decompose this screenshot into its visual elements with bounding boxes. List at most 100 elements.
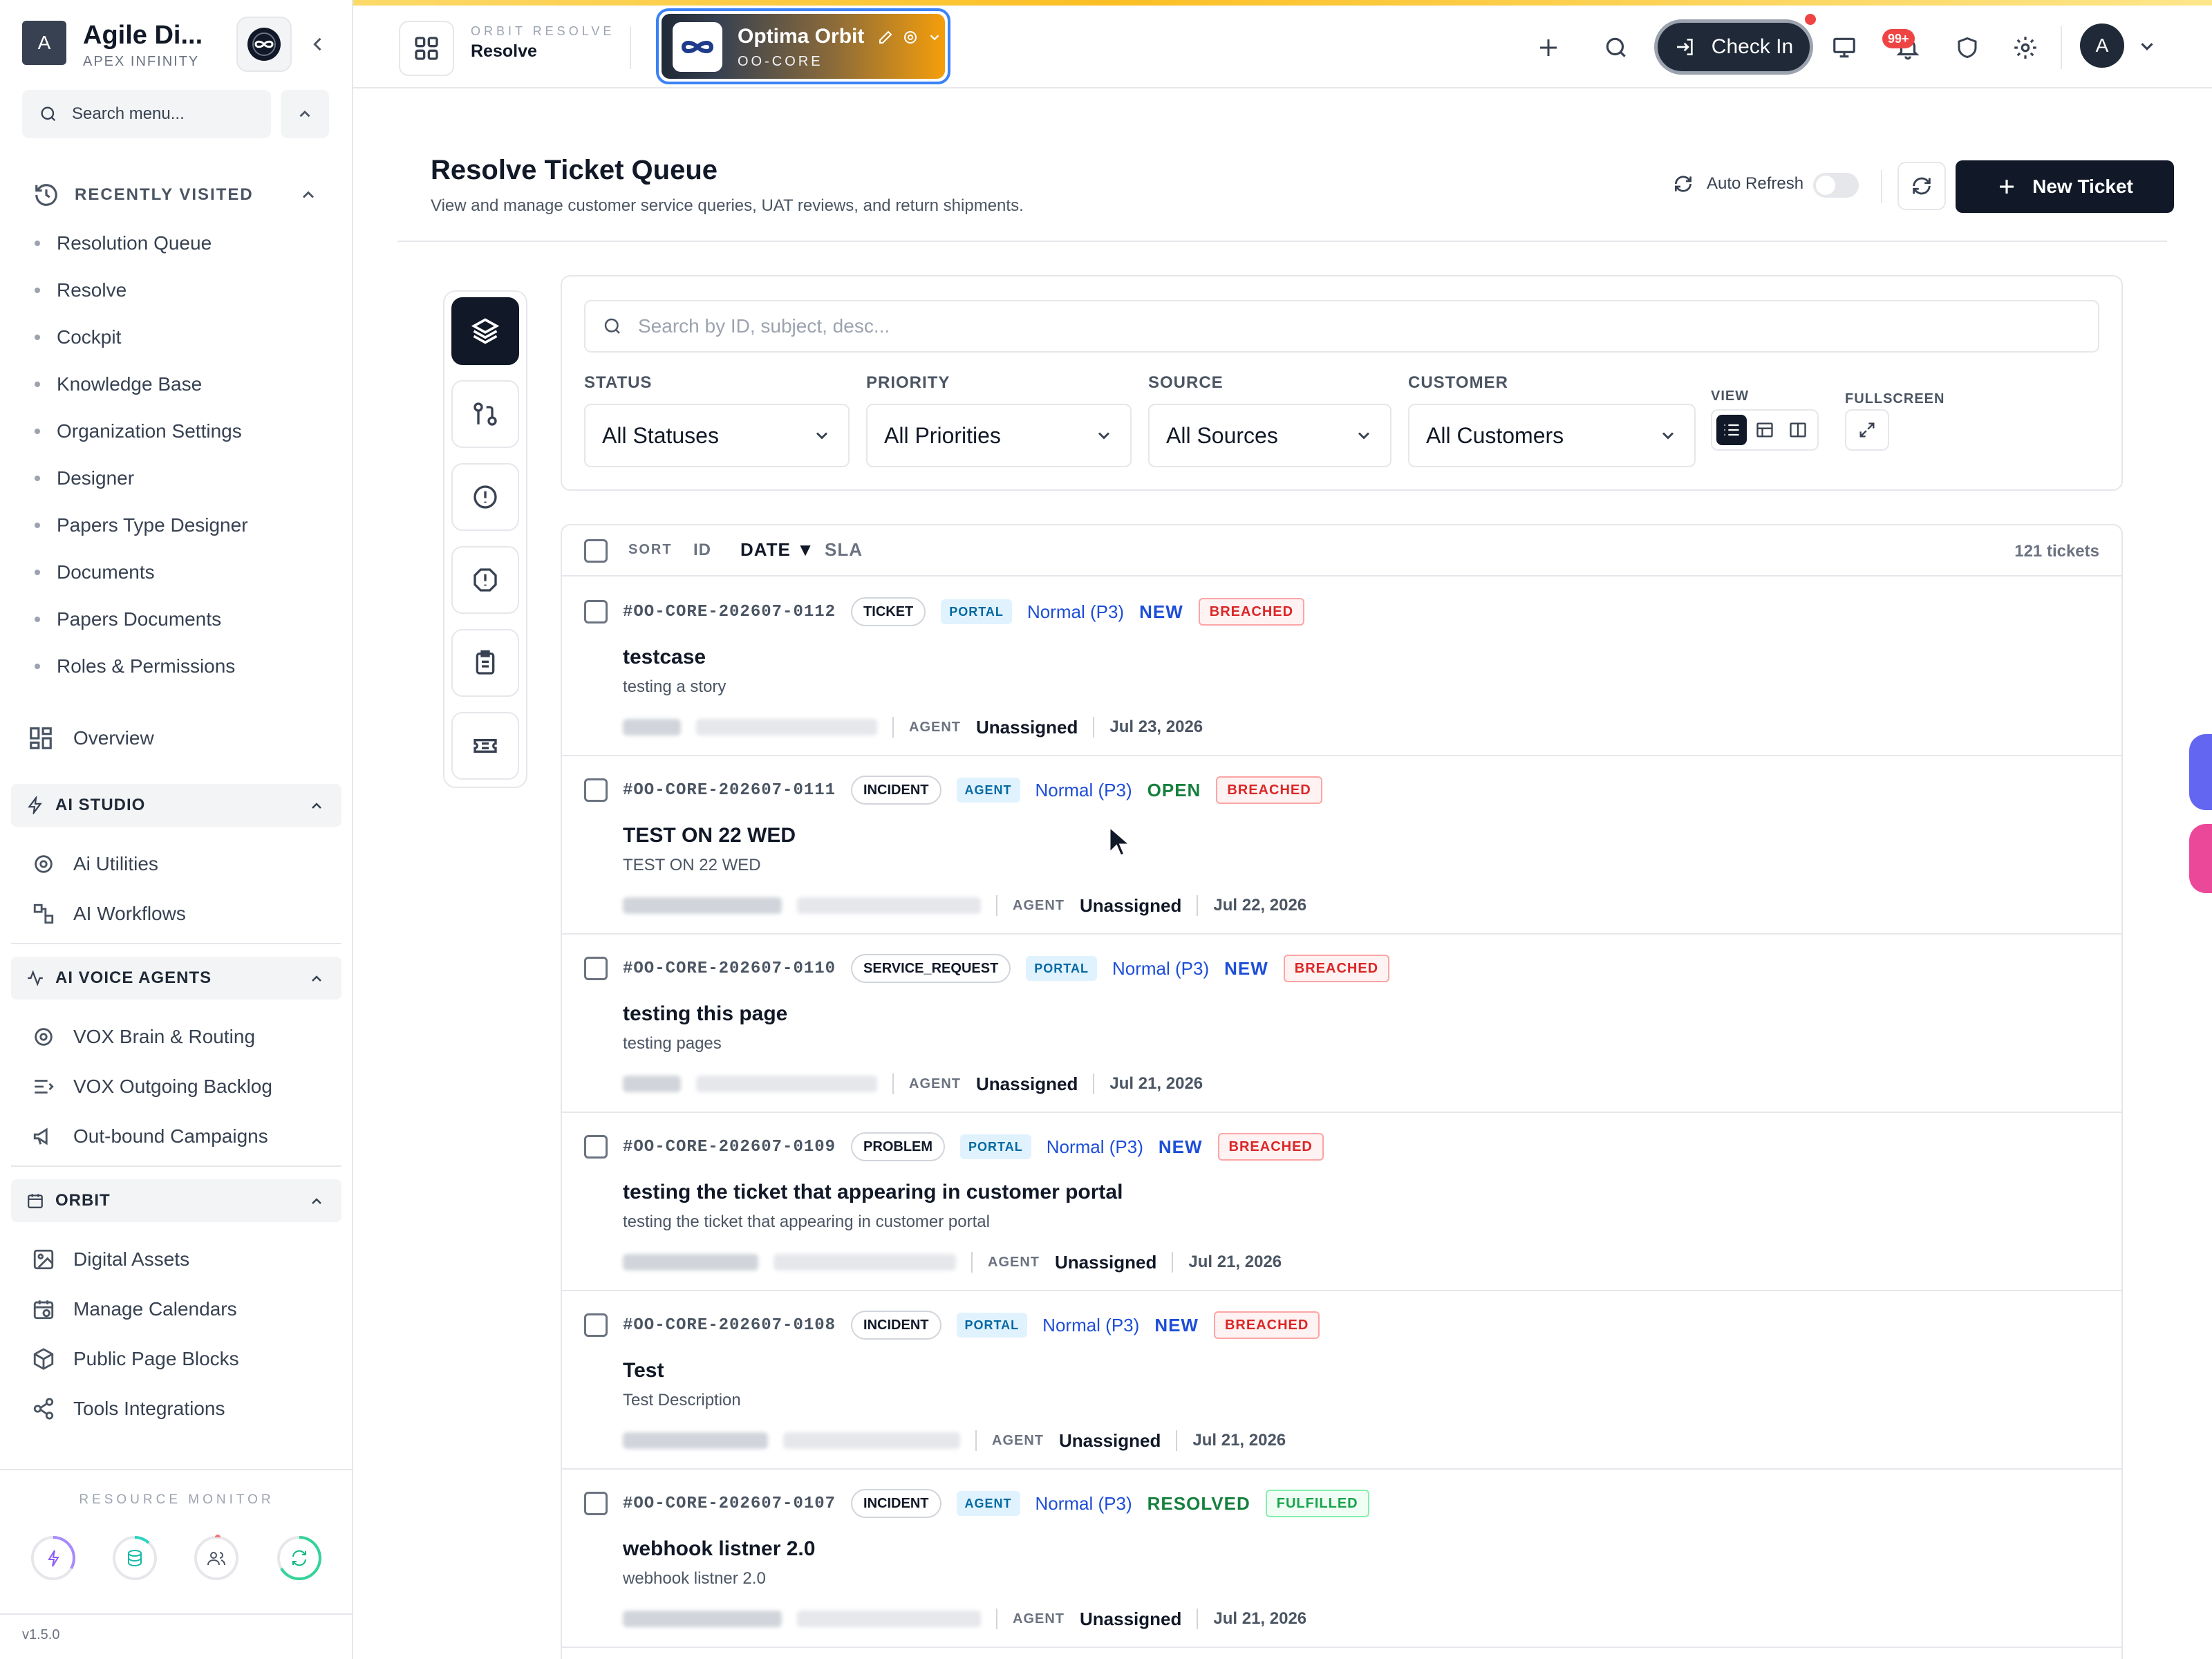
ticket-row[interactable]: #OO-CORE-202607-0108 INCIDENT PORTAL Nor…: [562, 1291, 2121, 1470]
recently-visited-header[interactable]: RECENTLY VISITED: [33, 181, 324, 209]
ticket-id[interactable]: #OO-CORE-202607-0109: [623, 1138, 836, 1156]
recent-item-designer[interactable]: Designer: [35, 455, 325, 502]
recent-item-documents[interactable]: Documents: [35, 549, 325, 596]
refresh-button[interactable]: [1897, 162, 1946, 210]
global-search-button[interactable]: [1592, 24, 1640, 72]
row-checkbox[interactable]: [584, 778, 608, 802]
floating-assistant-tab[interactable]: [2189, 734, 2212, 810]
meta-divider: [1176, 1430, 1178, 1451]
recent-item-organization-settings[interactable]: Organization Settings: [35, 408, 325, 455]
tenant-switcher[interactable]: Optima Orbit OO-CORE: [656, 8, 950, 84]
sort-by-date[interactable]: DATE ▼: [740, 539, 815, 561]
logo-button[interactable]: [236, 17, 292, 72]
fullscreen-button[interactable]: [1845, 409, 1889, 451]
ticket-source-badge: PORTAL: [1026, 956, 1097, 981]
ticket-row[interactable]: #OO-CORE-202607-0112 TICKET PORTAL Norma…: [562, 578, 2121, 756]
cpu-monitor-ring[interactable]: [29, 1534, 77, 1582]
settings-button[interactable]: [2001, 24, 2050, 72]
nav-overview-label: Overview: [73, 727, 154, 749]
app-switcher-button[interactable]: [399, 21, 454, 76]
ticket-subject[interactable]: TEST ON 22 WED: [623, 824, 796, 847]
ticket-subject[interactable]: webhook listner 2.0: [623, 1537, 815, 1561]
priority-filter-select[interactable]: All Priorities: [866, 404, 1132, 467]
ticket-id[interactable]: #OO-CORE-202607-0111: [623, 781, 836, 800]
chevron-down-icon[interactable]: [927, 30, 942, 45]
ticket-id[interactable]: #OO-CORE-202607-0107: [623, 1494, 836, 1513]
rail-all-tickets[interactable]: [451, 297, 519, 365]
storage-monitor-ring[interactable]: [111, 1534, 159, 1582]
nav-label: AI Workflows: [73, 903, 186, 924]
customer-name-redacted: [623, 1254, 758, 1271]
search-menu-input[interactable]: Search menu...: [22, 90, 271, 138]
rail-incidents[interactable]: [451, 463, 519, 531]
status-filter-select[interactable]: All Statuses: [584, 404, 850, 467]
add-button[interactable]: [1524, 24, 1573, 72]
recent-item-papers-documents[interactable]: Papers Documents: [35, 596, 325, 643]
ticket-search-input[interactable]: Search by ID, subject, desc...: [584, 300, 2099, 353]
recent-item-papers-type-designer[interactable]: Papers Type Designer: [35, 502, 325, 549]
nav-vox-brain-routing[interactable]: VOX Brain & Routing: [32, 1012, 336, 1062]
users-monitor-ring[interactable]: [192, 1534, 241, 1582]
ticket-row[interactable]: #OO-CORE-202607-0111 INCIDENT AGENT Norm…: [562, 756, 2121, 935]
new-ticket-button[interactable]: New Ticket: [1956, 160, 2174, 213]
user-avatar[interactable]: A: [2080, 24, 2124, 68]
row-checkbox[interactable]: [584, 1492, 608, 1515]
ticket-row[interactable]: #OO-CORE-202607-0109 PROBLEM PORTAL Norm…: [562, 1113, 2121, 1291]
recent-item-roles-permissions[interactable]: Roles & Permissions: [35, 643, 325, 690]
ticket-subject[interactable]: testcase: [623, 646, 706, 669]
nav-ai-utilities[interactable]: Ai Utilities: [32, 839, 336, 889]
customer-filter-select[interactable]: All Customers: [1408, 404, 1696, 467]
gear-icon[interactable]: [902, 29, 919, 46]
row-checkbox[interactable]: [584, 1135, 608, 1159]
ticket-row[interactable]: #OO-CORE-202607-0110 SERVICE_REQUEST POR…: [562, 935, 2121, 1113]
board-view-button[interactable]: [1783, 415, 1813, 445]
row-checkbox[interactable]: [584, 600, 608, 624]
recent-item-cockpit[interactable]: Cockpit: [35, 314, 325, 361]
floating-feedback-tab[interactable]: [2189, 824, 2212, 893]
auto-refresh-toggle[interactable]: [1813, 173, 1859, 198]
nav-manage-calendars[interactable]: Manage Calendars: [32, 1284, 336, 1334]
security-button[interactable]: [1943, 24, 1991, 72]
nav-overview[interactable]: Overview: [28, 713, 332, 763]
ticket-row[interactable]: #OO-CORE-202607-0107 INCIDENT AGENT Norm…: [562, 1470, 2121, 1648]
collapse-sidebar-icon[interactable]: [304, 30, 332, 58]
nav-ai-workflows[interactable]: AI Workflows: [32, 889, 336, 939]
sort-by-id[interactable]: ID: [693, 541, 711, 560]
ticket-subject[interactable]: testing the ticket that appearing in cus…: [623, 1181, 1123, 1204]
rail-changes[interactable]: [451, 380, 519, 448]
rail-tickets[interactable]: [451, 712, 519, 780]
table-view-button[interactable]: [1750, 415, 1780, 445]
list-view-button[interactable]: [1716, 415, 1747, 445]
sync-monitor-ring[interactable]: [275, 1534, 324, 1582]
sort-by-sla[interactable]: SLA: [825, 539, 863, 561]
rail-problems[interactable]: [451, 546, 519, 614]
chevron-down-icon[interactable]: [2137, 36, 2157, 57]
section-ai-voice-agents[interactable]: AI VOICE AGENTS: [11, 957, 341, 1000]
nav-vox-outgoing-backlog[interactable]: VOX Outgoing Backlog: [32, 1062, 336, 1112]
check-in-button[interactable]: Check In: [1654, 19, 1813, 75]
edit-icon[interactable]: [877, 29, 894, 46]
row-checkbox[interactable]: [584, 1313, 608, 1337]
source-filter-select[interactable]: All Sources: [1148, 404, 1391, 467]
search-toggle-button[interactable]: [281, 90, 329, 138]
bullet-icon: [35, 382, 40, 387]
ticket-subject[interactable]: Test: [623, 1359, 664, 1382]
ticket-id[interactable]: #OO-CORE-202607-0108: [623, 1316, 836, 1335]
ticket-id[interactable]: #OO-CORE-202607-0110: [623, 959, 836, 978]
ticket-id[interactable]: #OO-CORE-202607-0112: [623, 603, 836, 621]
ticket-subject[interactable]: testing this page: [623, 1002, 787, 1026]
brand-avatar[interactable]: A: [22, 21, 66, 65]
nav-digital-assets[interactable]: Digital Assets: [32, 1235, 336, 1284]
recent-item-knowledge-base[interactable]: Knowledge Base: [35, 361, 325, 408]
nav-outbound-campaigns[interactable]: Out-bound Campaigns: [32, 1112, 336, 1161]
section-ai-studio[interactable]: AI STUDIO: [11, 784, 341, 827]
nav-tools-integrations[interactable]: Tools Integrations: [32, 1384, 336, 1434]
screen-button[interactable]: [1820, 24, 1868, 72]
nav-public-page-blocks[interactable]: Public Page Blocks: [32, 1334, 336, 1384]
rail-service-requests[interactable]: [451, 629, 519, 697]
select-all-checkbox[interactable]: [584, 539, 608, 563]
recent-item-resolve[interactable]: Resolve: [35, 267, 325, 314]
row-checkbox[interactable]: [584, 957, 608, 980]
section-orbit[interactable]: ORBIT: [11, 1179, 341, 1222]
recent-item-resolution-queue[interactable]: Resolution Queue: [35, 220, 325, 267]
